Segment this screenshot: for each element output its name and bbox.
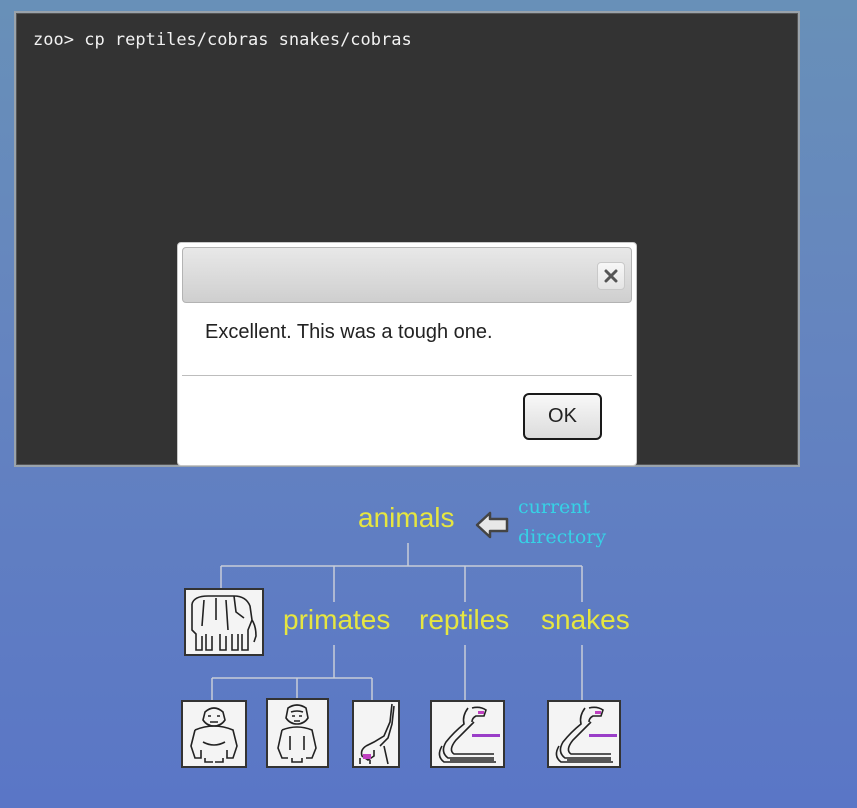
tree-label-primates: primates <box>283 604 391 635</box>
left-arrow-icon <box>475 511 509 539</box>
cobra-icon-reptiles <box>430 700 505 768</box>
close-icon <box>604 269 618 283</box>
tree-label-reptiles: reptiles <box>419 604 510 635</box>
hint-line-current: current <box>518 496 591 518</box>
terminal-prompt: zoo> <box>33 30 74 50</box>
tree-label-snakes: snakes <box>541 604 630 635</box>
terminal-command: cp reptiles/cobras snakes/cobras <box>84 30 412 50</box>
monkey-icon <box>352 700 400 768</box>
tree-root-label: animals <box>358 502 455 533</box>
alert-dialog: Excellent. This was a tough one. OK <box>177 242 637 466</box>
dialog-titlebar[interactable] <box>182 247 632 303</box>
current-directory-hint: current directory <box>518 492 606 552</box>
dialog-close-button[interactable] <box>597 262 625 290</box>
ok-button[interactable]: OK <box>523 393 602 440</box>
dialog-divider <box>182 375 632 376</box>
dialog-message: Excellent. This was a tough one. <box>205 321 493 343</box>
ape-icon <box>266 698 329 768</box>
hint-line-directory: directory <box>518 526 607 548</box>
gorilla-icon <box>181 700 247 768</box>
elephant-icon <box>184 588 264 656</box>
cobra-icon-snakes <box>547 700 621 768</box>
terminal-command-line: zoo> cp reptiles/cobras snakes/cobras <box>33 30 412 50</box>
